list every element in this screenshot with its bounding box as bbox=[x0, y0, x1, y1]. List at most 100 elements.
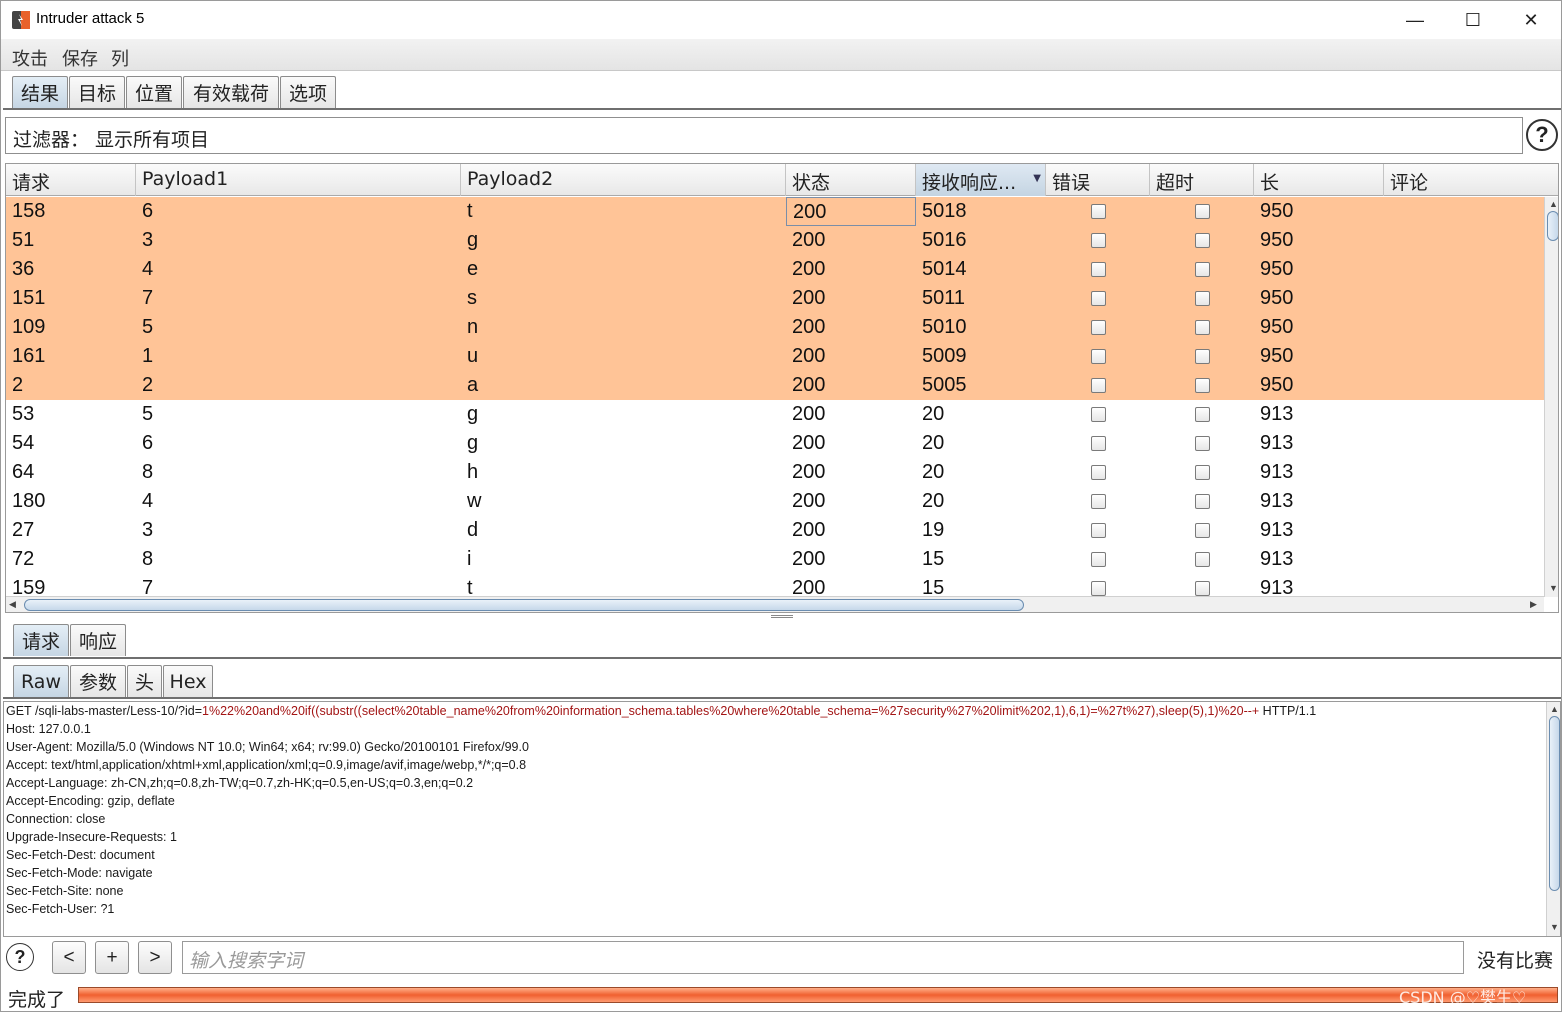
search-add-button[interactable]: + bbox=[95, 941, 129, 974]
error-checkbox[interactable] bbox=[1091, 407, 1106, 422]
column-header-payload2[interactable]: Payload2 bbox=[461, 164, 786, 196]
close-icon[interactable]: ✕ bbox=[1502, 1, 1560, 39]
column-header-error[interactable]: 错误 bbox=[1046, 164, 1150, 196]
menu-save[interactable]: 保存 bbox=[62, 45, 98, 71]
error-checkbox[interactable] bbox=[1091, 436, 1106, 451]
column-header-comment[interactable]: 评论 bbox=[1384, 164, 1558, 196]
error-checkbox[interactable] bbox=[1091, 552, 1106, 567]
split-pane-handle[interactable] bbox=[771, 615, 793, 618]
menu-attack[interactable]: 攻击 bbox=[12, 45, 48, 71]
tab-request[interactable]: 请求 bbox=[13, 624, 69, 656]
column-header-payload1[interactable]: Payload1 bbox=[136, 164, 461, 196]
tab-raw[interactable]: Raw bbox=[13, 665, 69, 697]
table-row[interactable]: 180 4 w 200 20 913 bbox=[6, 487, 1544, 516]
table-row[interactable]: 109 5 n 200 5010 950 bbox=[6, 313, 1544, 342]
raw-scroll-up-icon[interactable]: ▲ bbox=[1550, 704, 1559, 714]
table-vertical-scroll-thumb[interactable] bbox=[1547, 211, 1558, 241]
search-prev-button[interactable]: < bbox=[52, 941, 86, 974]
error-checkbox[interactable] bbox=[1091, 262, 1106, 277]
table-row[interactable]: 161 1 u 200 5009 950 bbox=[6, 342, 1544, 371]
error-checkbox[interactable] bbox=[1091, 204, 1106, 219]
search-input[interactable]: 输入搜索字词 bbox=[182, 941, 1464, 974]
timeout-checkbox[interactable] bbox=[1195, 407, 1210, 422]
timeout-checkbox[interactable] bbox=[1195, 494, 1210, 509]
maximize-icon[interactable]: ☐ bbox=[1444, 1, 1502, 39]
tab-positions[interactable]: 位置 bbox=[126, 76, 182, 108]
raw-vertical-scrollbar[interactable]: ▲ ▼ bbox=[1546, 702, 1560, 936]
menu-columns[interactable]: 列 bbox=[111, 45, 129, 71]
search-help-icon[interactable]: ? bbox=[6, 943, 34, 971]
tab-params[interactable]: 参数 bbox=[70, 665, 126, 697]
column-header-status[interactable]: 状态 bbox=[786, 164, 916, 196]
cell-payload1: 2 bbox=[142, 374, 154, 396]
search-next-button[interactable]: > bbox=[138, 941, 172, 974]
error-checkbox[interactable] bbox=[1091, 233, 1106, 248]
tab-hex[interactable]: Hex bbox=[163, 665, 213, 697]
table-row[interactable]: 51 3 g 200 5016 950 bbox=[6, 226, 1544, 255]
table-row[interactable]: 2 2 a 200 5005 950 bbox=[6, 371, 1544, 400]
raw-vertical-scroll-thumb[interactable] bbox=[1549, 716, 1560, 891]
cell-payload1: 4 bbox=[142, 490, 154, 512]
timeout-checkbox[interactable] bbox=[1195, 349, 1210, 364]
table-vertical-scrollbar[interactable]: ▲ ▼ bbox=[1544, 197, 1558, 597]
timeout-checkbox[interactable] bbox=[1195, 320, 1210, 335]
timeout-checkbox[interactable] bbox=[1195, 204, 1210, 219]
timeout-checkbox[interactable] bbox=[1195, 465, 1210, 480]
table-row[interactable]: 27 3 d 200 19 913 bbox=[6, 516, 1544, 545]
table-row[interactable]: 151 7 s 200 5011 950 bbox=[6, 284, 1544, 313]
request-header-line: Connection: close bbox=[6, 812, 106, 826]
scroll-down-icon[interactable]: ▼ bbox=[1549, 583, 1558, 593]
timeout-checkbox[interactable] bbox=[1195, 581, 1210, 596]
timeout-checkbox[interactable] bbox=[1195, 233, 1210, 248]
tab-headers[interactable]: 头 bbox=[127, 665, 162, 697]
table-row[interactable]: 158 6 t 200 5018 950 bbox=[6, 197, 1544, 226]
table-row[interactable]: 54 6 g 200 20 913 bbox=[6, 429, 1544, 458]
request-header-line: Sec-Fetch-Mode: navigate bbox=[6, 866, 153, 880]
table-horizontal-scrollbar[interactable]: ◀ ▶ bbox=[6, 596, 1544, 612]
table-row[interactable]: 72 8 i 200 15 913 bbox=[6, 545, 1544, 574]
error-checkbox[interactable] bbox=[1091, 291, 1106, 306]
table-row[interactable]: 64 8 h 200 20 913 bbox=[6, 458, 1544, 487]
cell-payload1: 6 bbox=[142, 200, 154, 222]
timeout-checkbox[interactable] bbox=[1195, 436, 1210, 451]
error-checkbox[interactable] bbox=[1091, 523, 1106, 538]
request-header-line: Sec-Fetch-Dest: document bbox=[6, 848, 155, 862]
column-header-length[interactable]: 长 bbox=[1254, 164, 1384, 196]
table-row[interactable]: 53 5 g 200 20 913 bbox=[6, 400, 1544, 429]
column-header-timeout[interactable]: 超时 bbox=[1150, 164, 1254, 196]
table-horizontal-scroll-thumb[interactable] bbox=[24, 599, 1024, 611]
cell-request: 27 bbox=[12, 519, 35, 541]
table-row[interactable]: 36 4 e 200 5014 950 bbox=[6, 255, 1544, 284]
column-header-response-received[interactable]: 接收响应... ▼ bbox=[916, 164, 1046, 196]
timeout-checkbox[interactable] bbox=[1195, 552, 1210, 567]
scroll-up-icon[interactable]: ▲ bbox=[1549, 199, 1558, 209]
error-checkbox[interactable] bbox=[1091, 349, 1106, 364]
cell-request: 36 bbox=[12, 258, 35, 280]
tab-response[interactable]: 响应 bbox=[70, 624, 126, 656]
tab-target[interactable]: 目标 bbox=[69, 76, 125, 108]
minimize-icon[interactable]: — bbox=[1386, 1, 1444, 39]
timeout-checkbox[interactable] bbox=[1195, 523, 1210, 538]
timeout-checkbox[interactable] bbox=[1195, 291, 1210, 306]
cell-status: 200 bbox=[792, 316, 826, 338]
tab-results[interactable]: 结果 bbox=[12, 76, 68, 108]
column-header-request[interactable]: 请求 bbox=[6, 164, 136, 196]
raw-request-editor[interactable]: GET /sqli-labs-master/Less-10/?id=1%22%2… bbox=[3, 701, 1561, 937]
scroll-right-icon[interactable]: ▶ bbox=[1530, 599, 1537, 610]
error-checkbox[interactable] bbox=[1091, 465, 1106, 480]
error-checkbox[interactable] bbox=[1091, 581, 1106, 596]
error-checkbox[interactable] bbox=[1091, 494, 1106, 509]
tab-payloads[interactable]: 有效载荷 bbox=[183, 76, 279, 108]
timeout-checkbox[interactable] bbox=[1195, 378, 1210, 393]
error-checkbox[interactable] bbox=[1091, 378, 1106, 393]
help-icon[interactable]: ? bbox=[1526, 119, 1558, 151]
scroll-left-icon[interactable]: ◀ bbox=[9, 599, 16, 610]
cell-length: 950 bbox=[1260, 229, 1294, 251]
tab-options[interactable]: 选项 bbox=[280, 76, 336, 108]
error-checkbox[interactable] bbox=[1091, 320, 1106, 335]
cell-status: 200 bbox=[792, 403, 826, 425]
raw-scroll-down-icon[interactable]: ▼ bbox=[1550, 922, 1559, 932]
filter-bar[interactable]: 过滤器： 显示所有项目 bbox=[5, 117, 1523, 154]
cell-payload2: d bbox=[467, 519, 479, 541]
timeout-checkbox[interactable] bbox=[1195, 262, 1210, 277]
